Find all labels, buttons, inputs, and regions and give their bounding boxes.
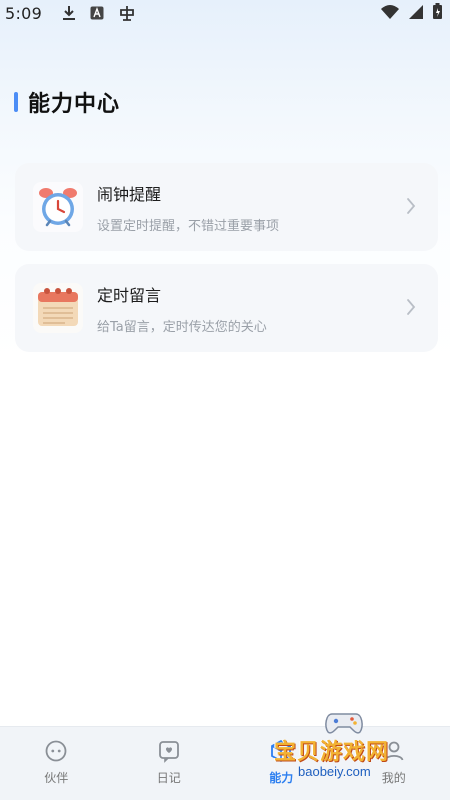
partner-icon <box>45 740 67 762</box>
tab-label: 我的 <box>381 771 406 785</box>
calendar-icon <box>33 283 83 333</box>
status-time: 5:09 <box>5 3 43 23</box>
chevron-right-icon <box>407 198 416 214</box>
wifi-icon <box>381 4 399 23</box>
tab-diary[interactable]: 日记 <box>113 727 226 800</box>
tab-label: 日记 <box>156 771 181 785</box>
app-notification-icon <box>118 4 136 22</box>
card-description: 设置定时提醒，不错过重要事项 <box>97 218 280 234</box>
chevron-right-icon <box>407 299 416 315</box>
title-accent-bar <box>14 92 18 112</box>
profile-icon <box>384 741 404 761</box>
alarm-reminder-card[interactable]: 闹钟提醒 设置定时提醒，不错过重要事项 <box>15 163 438 251</box>
tab-label: 能力 <box>269 771 294 785</box>
tab-partner[interactable]: 伙伴 <box>0 727 113 800</box>
card-title: 闹钟提醒 <box>97 184 162 204</box>
tab-profile[interactable]: 我的 <box>338 727 450 800</box>
download-icon <box>62 5 76 21</box>
page-title: 能力中心 <box>28 92 121 117</box>
page-header: 能力中心 <box>14 88 121 117</box>
alarm-clock-icon <box>33 182 83 232</box>
card-description: 给Ta留言，定时传达您的关心 <box>97 319 267 335</box>
diary-icon <box>158 741 179 763</box>
card-title: 定时留言 <box>97 285 162 305</box>
status-bar: 5:09 <box>0 0 450 26</box>
app-notification-icon <box>90 6 104 20</box>
tab-ability[interactable]: 能力 <box>225 727 338 800</box>
timed-message-card[interactable]: 定时留言 给Ta留言，定时传达您的关心 <box>15 264 438 352</box>
tab-label: 伙伴 <box>44 771 69 785</box>
bottom-nav: 伙伴 日记 能力 我的 <box>0 726 450 800</box>
ability-icon <box>271 739 292 763</box>
battery-icon <box>433 3 442 23</box>
signal-icon <box>409 4 423 23</box>
